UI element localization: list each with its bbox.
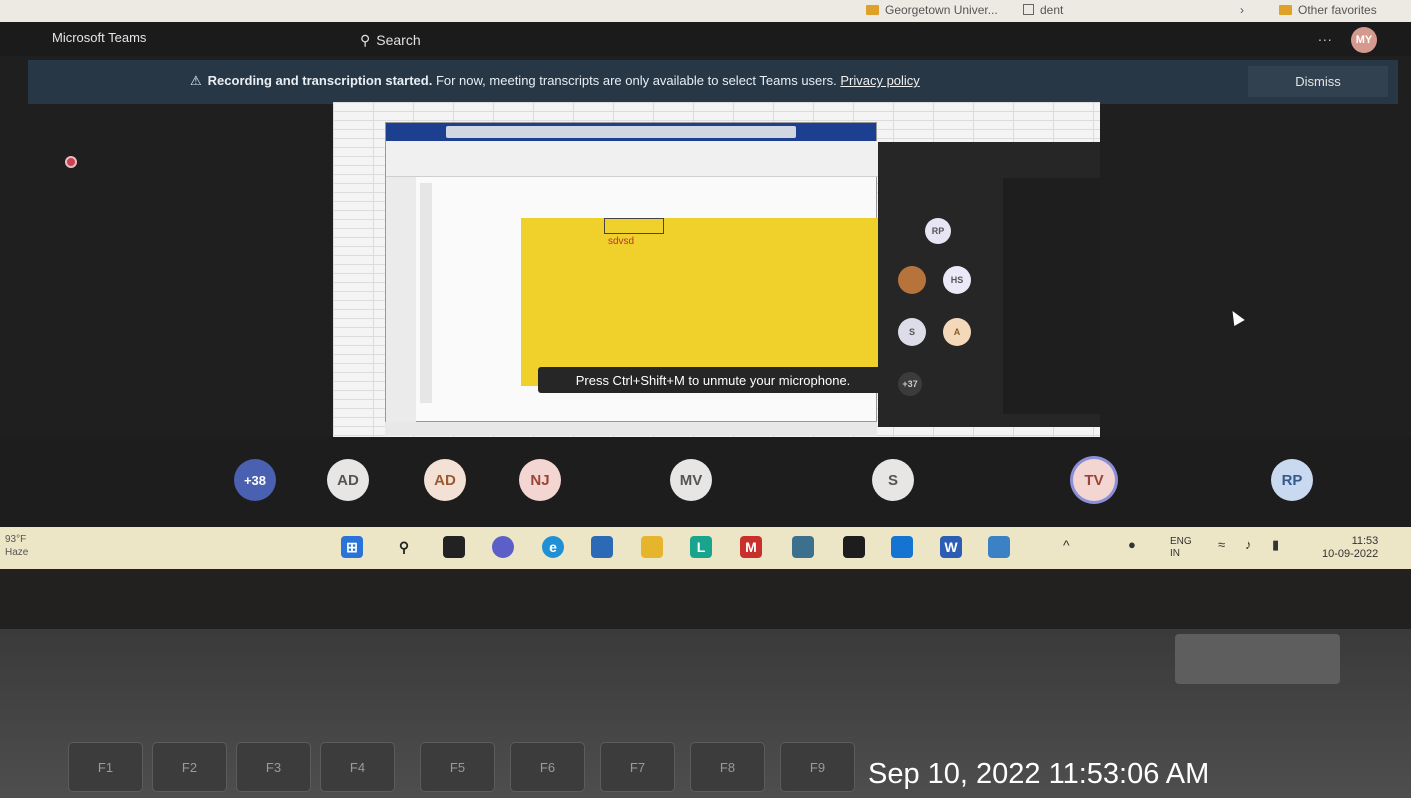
favorites-overflow-chevron-icon[interactable]: › — [1240, 3, 1244, 17]
system-clock[interactable]: 11:53 10-09-2022 — [1322, 535, 1378, 561]
sticky-notes-icon[interactable] — [843, 536, 865, 558]
key-f2: F2 — [152, 742, 227, 792]
recording-banner: ⚠ Recording and transcription started. Fo… — [28, 60, 1398, 104]
windows-taskbar: 93°F Haze ⊞ ⚲ e L M W ^ ● ENG IN ≈ ♪ ▮ 1… — [0, 527, 1411, 569]
participant-avatar[interactable]: AD — [327, 459, 369, 501]
dismiss-button[interactable]: Dismiss — [1248, 66, 1388, 97]
region-code: IN — [1170, 548, 1180, 559]
key-f3: F3 — [236, 742, 311, 792]
chevron-up-icon[interactable]: ^ — [1063, 538, 1070, 552]
unmute-tooltip: Press Ctrl+Shift+M to unmute your microp… — [538, 367, 888, 393]
favorite-dent[interactable]: dent — [1023, 3, 1063, 17]
participant-avatar-speaking[interactable]: TV — [1073, 459, 1115, 501]
key-f1: F1 — [68, 742, 143, 792]
photos-icon[interactable] — [988, 536, 1010, 558]
search-icon[interactable]: ⚲ — [393, 536, 415, 558]
outlook-icon[interactable] — [891, 536, 913, 558]
app-title: Microsoft Teams — [52, 30, 147, 45]
privacy-policy-link[interactable]: Privacy policy — [840, 73, 919, 88]
store-icon[interactable] — [591, 536, 613, 558]
weather-desc: Haze — [5, 547, 29, 558]
key-f7: F7 — [600, 742, 675, 792]
folder-icon — [1279, 5, 1292, 15]
key-f8: F8 — [690, 742, 765, 792]
mini-avatar-photo — [898, 266, 926, 294]
mini-more-participants: +37 — [898, 372, 922, 396]
more-options-icon[interactable]: ... — [1318, 28, 1333, 44]
mini-meeting-chat — [1003, 178, 1100, 414]
recording-indicator-icon — [65, 156, 77, 168]
cell-text: sdvsd — [608, 236, 635, 247]
participant-avatar[interactable]: RP — [1271, 459, 1313, 501]
search-box[interactable]: ⚲ Search — [360, 29, 720, 51]
sheet-tabs — [385, 422, 877, 436]
app-l-icon[interactable]: L — [690, 536, 712, 558]
teams-titlebar: Microsoft Teams ⚲ Search ... MY — [0, 22, 1411, 56]
search-placeholder: Search — [376, 32, 421, 48]
selected-cell — [604, 218, 664, 234]
favorite-other[interactable]: Other favorites — [1279, 3, 1377, 17]
mini-avatar-a: A — [943, 318, 971, 346]
windows-start-icon[interactable]: ⊞ — [341, 536, 363, 558]
participant-avatar[interactable]: S — [872, 459, 914, 501]
banner-text: For now, meeting transcripts are only av… — [435, 73, 837, 88]
banner-message: ⚠ Recording and transcription started. Fo… — [190, 73, 920, 89]
clock-date: 10-09-2022 — [1322, 548, 1379, 560]
mini-avatar-s: S — [898, 318, 926, 346]
key-f9: F9 — [780, 742, 855, 792]
microphone-icon[interactable]: ● — [1128, 538, 1136, 551]
app-icon[interactable] — [792, 536, 814, 558]
more-participants-button[interactable]: +38 — [234, 459, 276, 501]
file-explorer-icon[interactable] — [641, 536, 663, 558]
weather-widget[interactable]: 93°F Haze — [5, 533, 28, 559]
edge-browser-icon[interactable]: e — [542, 536, 564, 558]
photo-timestamp: Sep 10, 2022 11:53:06 AM — [868, 758, 1210, 790]
user-avatar[interactable]: MY — [1351, 27, 1377, 53]
weather-temp: 93°F — [5, 534, 27, 545]
key-f4: F4 — [320, 742, 395, 792]
teams-side-rail — [386, 177, 416, 423]
yellow-filled-range — [521, 218, 883, 386]
volume-icon[interactable]: ♪ — [1245, 538, 1252, 551]
excel-ribbon — [386, 141, 878, 177]
teams-chat-icon[interactable] — [492, 536, 514, 558]
excel-search-bar — [446, 126, 796, 138]
mini-avatar-hs: HS — [943, 266, 971, 294]
row-headers — [420, 183, 432, 403]
participant-avatar[interactable]: AD — [424, 459, 466, 501]
shared-screen: sdvsd RP HS S A +37 — [333, 102, 1100, 457]
page-icon — [1023, 4, 1034, 15]
key-f6: F6 — [510, 742, 585, 792]
participant-avatar[interactable]: NJ — [519, 459, 561, 501]
participant-strip: +38 AD AD NJ MV S TV RP — [0, 437, 1411, 527]
laptop-bezel — [0, 569, 1411, 629]
clock-time: 11:53 — [1351, 535, 1379, 547]
language-indicator[interactable]: ENG IN — [1170, 536, 1192, 560]
excel-titlebar — [386, 123, 876, 141]
favorite-georgetown[interactable]: Georgetown Univer... — [866, 3, 998, 17]
participant-avatar[interactable]: MV — [670, 459, 712, 501]
mcafee-icon[interactable]: M — [740, 536, 762, 558]
banner-bold: Recording and transcription started. — [207, 73, 433, 88]
folder-icon — [866, 5, 879, 15]
warning-icon: ⚠ — [190, 73, 202, 88]
word-icon[interactable]: W — [940, 536, 962, 558]
laptop-hinge — [1175, 634, 1340, 684]
wifi-icon[interactable]: ≈ — [1218, 538, 1225, 551]
mini-avatar-rp: RP — [925, 218, 951, 244]
mouse-cursor-icon — [1227, 307, 1245, 327]
task-view-icon[interactable] — [443, 536, 465, 558]
favorites-bar: Georgetown Univer... dent › Other favori… — [0, 0, 1411, 22]
language-code: ENG — [1170, 536, 1192, 547]
key-f5: F5 — [420, 742, 495, 792]
battery-icon[interactable]: ▮ — [1272, 538, 1279, 551]
search-icon: ⚲ — [360, 31, 371, 48]
